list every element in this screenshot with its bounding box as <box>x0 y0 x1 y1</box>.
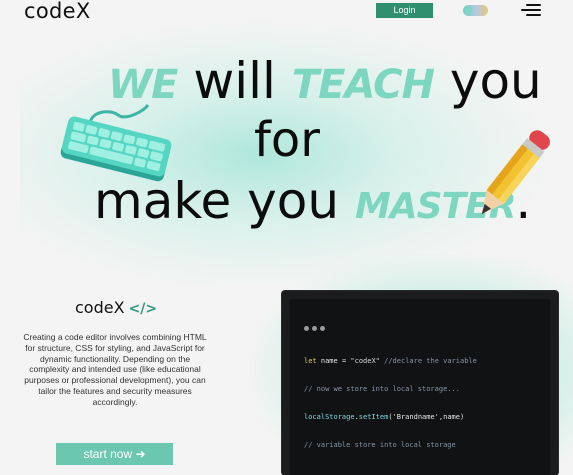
code-tag-icon: </> <box>128 301 158 317</box>
keyboard-illustration <box>60 104 172 182</box>
site-logo[interactable]: codeX <box>24 0 91 23</box>
window-dots <box>304 316 328 335</box>
toggle-knob <box>465 7 472 14</box>
theme-toggle[interactable] <box>463 5 488 16</box>
code-comment: //declare the variable <box>379 357 477 365</box>
code-editor-window: let name = "codeX" //declare the variabl… <box>282 291 558 475</box>
code-line-2: // now we store into local storage... <box>304 385 460 393</box>
code-function: setItem <box>358 413 389 421</box>
code-line-3: localStorage.setItem('Brandname',name) <box>304 413 464 421</box>
menu-icon[interactable] <box>521 3 541 18</box>
code-line-1: let name = "codeX" //declare the variabl… <box>304 357 477 365</box>
description-text: Creating a code editor involves combinin… <box>23 332 207 407</box>
code-identifier: name <box>316 357 342 365</box>
hero-text-will: will <box>177 52 292 110</box>
hero-accent-teach: TEACH <box>291 62 435 108</box>
login-button[interactable]: Login <box>376 3 433 18</box>
hero-accent-we: WE <box>108 62 178 108</box>
code-string: "codeX" <box>350 357 380 365</box>
code-editor-body[interactable]: let name = "codeX" //declare the variabl… <box>290 299 550 475</box>
hero-line-1: WE will TEACH you <box>108 52 542 110</box>
window-dot-icon <box>304 326 309 331</box>
pencil-illustration <box>481 130 550 215</box>
hero-line-2: for <box>254 112 320 168</box>
code-line-4: // variable store into local storage <box>304 441 456 449</box>
section-brand-name: codeX <box>75 298 125 317</box>
code-args: ('Brandname',name) <box>388 413 465 421</box>
section-brand: codeX </> <box>75 298 157 317</box>
window-dot-icon <box>312 326 317 331</box>
window-dot-icon <box>320 326 325 331</box>
code-keyword: let <box>304 357 317 365</box>
start-now-button[interactable]: start now ➜ <box>56 443 173 465</box>
code-object: localStorage <box>304 413 355 421</box>
hero-text-you: you <box>433 52 542 110</box>
